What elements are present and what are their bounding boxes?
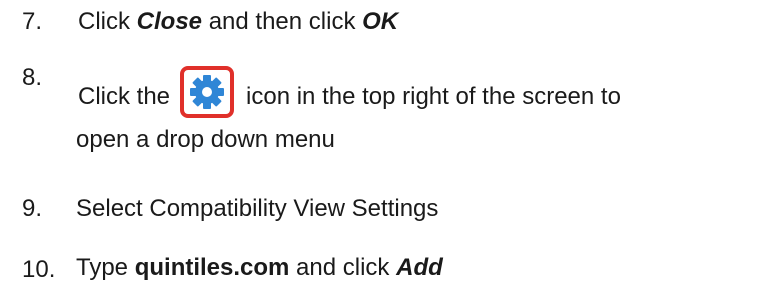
step-text-part: Click the (78, 83, 171, 110)
step-text: Select Compatibility View Settings (76, 195, 439, 222)
step-text-part: Type (76, 254, 135, 281)
step-text-part: and click (289, 254, 397, 281)
step-text-line2: open a drop down menu (76, 126, 335, 153)
step-text-part: icon in the top right of the screen to (246, 83, 621, 110)
step-text: Click Close and then click OK (78, 8, 398, 36)
step-text-part: and then click (202, 8, 363, 35)
gear-settings-icon (180, 66, 235, 118)
step-number: 9. (22, 195, 43, 222)
close-label: Close (136, 8, 203, 35)
ok-label: OK (362, 8, 399, 35)
step-number: 8. (22, 64, 43, 91)
step-text: Type quintiles.com and click Add (76, 254, 443, 282)
step-text: Click the icon in the top right of the s… (78, 66, 621, 118)
step-text-part: Click (78, 8, 137, 35)
url-label: quintiles.com (134, 254, 290, 281)
step-number: 7. (22, 8, 43, 35)
step-number: 10. (22, 256, 56, 283)
add-label: Add (396, 254, 443, 281)
